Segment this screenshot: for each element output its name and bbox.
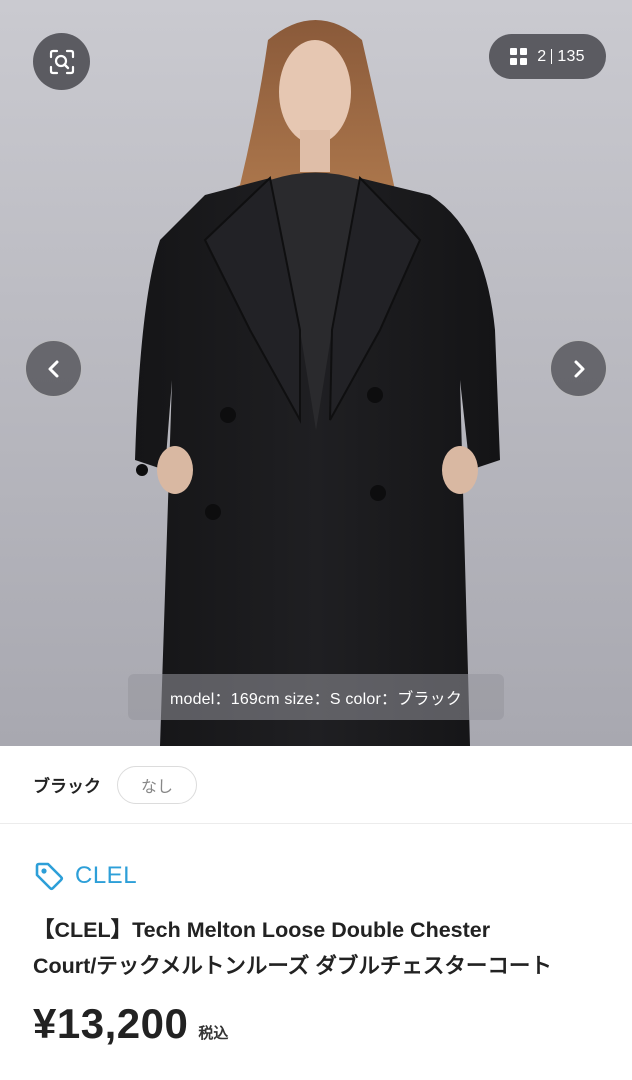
image-count: 2 135 — [537, 48, 584, 66]
current-image-number: 2 — [537, 47, 547, 65]
product-title-line-2: Court/テックメルトンルーズ ダブルチェスターコート — [33, 954, 552, 978]
color-label: ブラック — [33, 777, 101, 796]
product-price: ¥13,200 — [33, 1000, 189, 1047]
variant-row: ブラック なし — [0, 746, 632, 824]
image-search-icon — [49, 49, 74, 74]
image-caption: model：169cm size：S color：ブラック — [128, 674, 504, 720]
tag-icon — [35, 862, 64, 891]
grid-icon — [510, 48, 528, 65]
brand-link[interactable]: CLEL — [33, 860, 137, 892]
next-image-button[interactable] — [550, 340, 607, 397]
previous-image-button[interactable] — [25, 340, 82, 397]
product-photo — [0, 0, 632, 746]
brand-name: CLEL — [75, 862, 138, 889]
image-counter-button[interactable]: 2 135 — [489, 34, 606, 79]
total-image-number: 135 — [557, 47, 585, 65]
image-search-button[interactable] — [33, 33, 90, 90]
chevron-right-icon — [574, 360, 584, 377]
count-separator — [551, 49, 553, 64]
size-option-chip[interactable]: なし — [117, 765, 198, 804]
tax-note: 税込 — [198, 1025, 229, 1042]
product-image-gallery[interactable]: 2 135 model：169cm size：S color：ブラック — [0, 0, 632, 746]
chevron-left-icon — [48, 360, 58, 377]
product-title: 【CLEL】Tech Melton Loose Double Chester C… — [33, 912, 613, 984]
product-title-line-1: 【CLEL】Tech Melton Loose Double Chester — [33, 918, 491, 942]
price-row: ¥13,200 税込 — [33, 1000, 228, 1048]
